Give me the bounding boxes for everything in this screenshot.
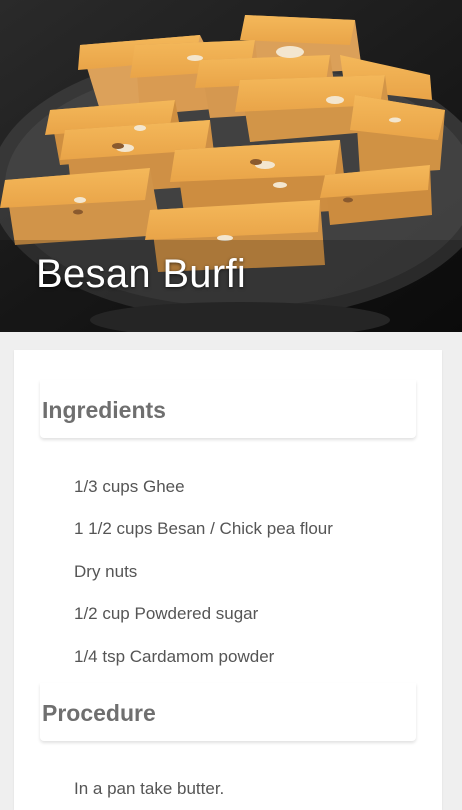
- recipe-title: Besan Burfi: [36, 252, 247, 296]
- ingredient-item: 1/4 tsp Cardamom powder: [74, 647, 275, 666]
- ingredient-item: Dry nuts: [74, 562, 138, 581]
- procedure-heading: Procedure: [42, 700, 156, 726]
- procedure-step: In a pan take butter.: [74, 779, 225, 798]
- recipe-hero-image: Besan Burfi: [0, 0, 462, 332]
- procedure-header: Procedure: [40, 683, 416, 741]
- ingredient-item: 1/3 cups Ghee: [74, 477, 185, 496]
- recipe-card: Ingredients 1/3 cups Ghee 1 1/2 cups Bes…: [14, 350, 442, 810]
- ingredients-heading: Ingredients: [42, 397, 166, 423]
- ingredients-header: Ingredients: [40, 380, 416, 438]
- ingredient-item: 1/2 cup Powdered sugar: [74, 604, 259, 623]
- ingredient-item: 1 1/2 cups Besan / Chick pea flour: [74, 519, 333, 538]
